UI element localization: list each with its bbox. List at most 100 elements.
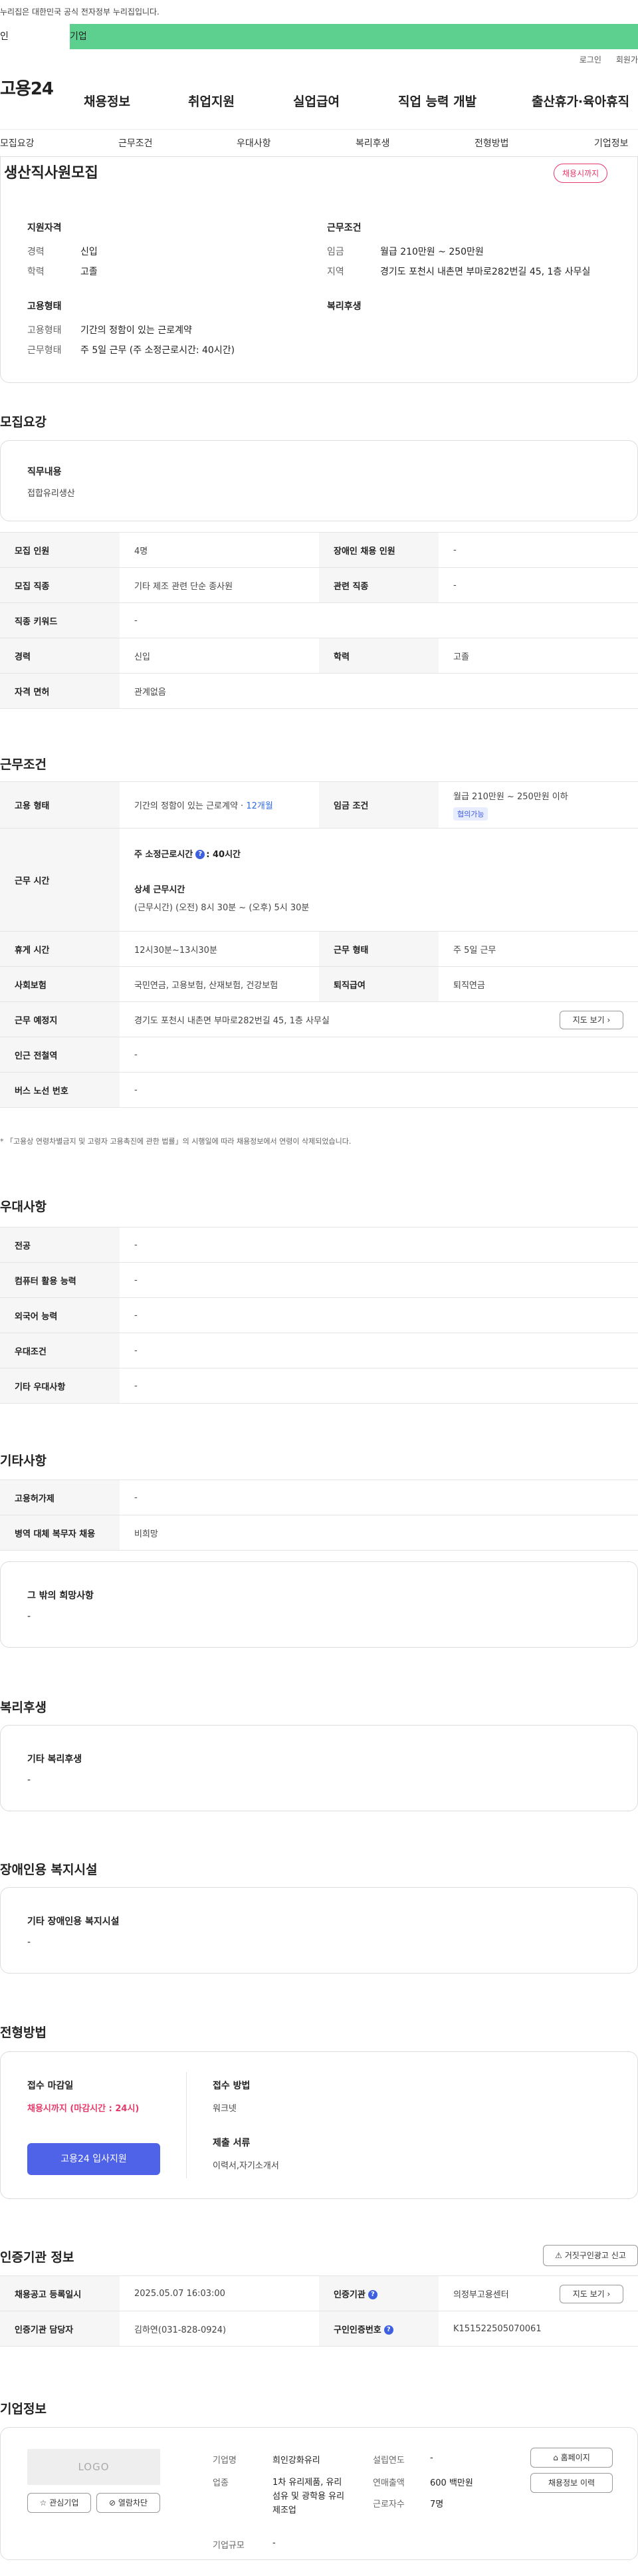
table-cell: 기타 제조 관련 단순 종사원 xyxy=(120,567,319,603)
table-header-cell: 자격 면허 xyxy=(0,673,120,709)
table-row: 인증기관 담당자 김하연(031-828-0924) 구인인증번호? K1515… xyxy=(0,2311,638,2347)
block-label: 열람차단 xyxy=(118,2498,148,2508)
disabled-card: 기타 장애인용 복지시설 - xyxy=(0,1887,638,1974)
agency-section-title: 인증기관 정보 xyxy=(0,2250,74,2265)
gov-banner-text: 누리집은 대한민국 공식 전자정부 누리집입니다. xyxy=(0,7,160,17)
subnav-recruit[interactable]: 모집요강 xyxy=(0,136,35,150)
gnb-item-unemployment[interactable]: 실업급여 xyxy=(293,92,340,110)
table-cell: 2025.05.07 16:03:00 xyxy=(120,2275,319,2311)
table-row: 우대조건 - xyxy=(0,1333,638,1368)
work-location: 경기도 포천시 내촌면 부마로282번길 45, 1층 사무실 xyxy=(134,1015,330,1026)
org-value: 의정부고용센터 xyxy=(453,2289,509,2300)
favorite-company-button[interactable]: ☆ 관심기업 xyxy=(27,2493,91,2513)
report-false-ad-button[interactable]: ⚠ 거짓구인광고 신고 xyxy=(543,2245,638,2266)
home-icon: ⌂ xyxy=(553,2453,558,2462)
info-icon[interactable]: ? xyxy=(195,850,205,859)
table-cell: 김하연(031-828-0924) xyxy=(120,2311,319,2347)
table-header-cell: 퇴직급여 xyxy=(319,966,439,1002)
table-row: 채용공고 등록일시 2025.05.07 16:03:00 인증기관? 의정부고… xyxy=(0,2275,638,2311)
etc-section-title: 기타사항 xyxy=(0,1454,47,1468)
table-header-cell: 외국어 능력 xyxy=(0,1297,120,1333)
user-type-tabs: 인 기업 xyxy=(0,24,638,49)
global-nav: 고용24 채용정보 취업지원 실업급여 직업 능력 개발 출산휴가·육아휴직 xyxy=(0,69,638,109)
table-header-cell: 사회보험 xyxy=(0,966,120,1002)
deadline-value: 채용시까지 (마감시간 : 24시) xyxy=(27,2104,140,2114)
education-value: 고졸 xyxy=(80,267,98,277)
table-header-cell: 기타 우대사항 xyxy=(0,1368,120,1404)
table-header-cell: 구인인증번호? xyxy=(319,2311,439,2347)
table-cell: K151522505070061 xyxy=(439,2311,638,2347)
site-logo[interactable]: 고용24 xyxy=(0,75,85,100)
job-history-button[interactable]: 채용정보 이력 xyxy=(530,2473,613,2493)
table-header-cell: 고용허가제 xyxy=(0,1480,120,1515)
gnb-item-jobs[interactable]: 채용정보 xyxy=(84,92,130,110)
table-header-cell: 컴퓨터 활용 능력 xyxy=(0,1262,120,1298)
utility-links: 로그인 회원가 xyxy=(0,49,638,69)
education-label: 학력 xyxy=(27,267,45,277)
table-row: 직종 키워드 - xyxy=(0,602,638,638)
welfare-other-heading: 기타 복리후생 xyxy=(27,1754,82,1765)
chevron-right-icon: › xyxy=(607,2289,611,2299)
pref-section-title: 우대사항 xyxy=(0,1200,47,1214)
welfare-heading: 복리후생 xyxy=(327,301,362,312)
map-button-label: 지도 보기 xyxy=(572,1015,605,1025)
table-header-cell: 우대조건 xyxy=(0,1333,120,1368)
table-header-cell: 직종 키워드 xyxy=(0,602,120,638)
table-cell: - xyxy=(120,1480,638,1515)
agency-map-button[interactable]: 지도 보기 › xyxy=(560,2285,623,2303)
duty-heading: 직무내용 xyxy=(27,467,62,477)
table-header-cell: 인증기관 담당자 xyxy=(0,2311,120,2347)
apply-button[interactable]: 고용24 입사지원 xyxy=(27,2143,160,2175)
wage-label: 임금 xyxy=(327,247,344,257)
detail-hours-value: (근무시간) (오전) 8시 30분 ~ (오후) 5시 30분 xyxy=(134,902,310,913)
founded-label: 설립연도 xyxy=(373,2456,405,2466)
cert-number-label: 구인인증번호 xyxy=(334,2325,381,2335)
employment-type-label: 고용형태 xyxy=(27,325,62,336)
table-cell: 월급 210만원 ~ 250만원 이하 협의가능 xyxy=(439,781,638,829)
homepage-button[interactable]: ⌂ 홈페이지 xyxy=(530,2448,613,2468)
section-subnav: 모집요강 근무조건 우대사항 복리후생 전형방법 기업정보 xyxy=(0,129,638,157)
gnb-item-training[interactable]: 직업 능력 개발 xyxy=(398,92,477,110)
table-cell: - xyxy=(120,1333,638,1368)
login-link[interactable]: 로그인 xyxy=(580,54,601,65)
work-table: 고용 형태 기간의 정함이 있는 근로계약 · 12개월 임금 조건 월급 21… xyxy=(0,781,638,1108)
table-row: 근무 예정지 경기도 포천시 내촌면 부마로282번길 45, 1층 사무실 지… xyxy=(0,1001,638,1037)
table-cell: - xyxy=(439,532,638,568)
other-wishes-value: - xyxy=(27,1611,31,1622)
subnav-company[interactable]: 기업정보 xyxy=(594,136,629,150)
table-cell: - xyxy=(120,1297,638,1333)
employees-value: 7명 xyxy=(430,2500,444,2510)
deadline-badge: 채용시까지 xyxy=(554,164,608,183)
wage-value: 월급 210만원 ~ 250만원 xyxy=(380,247,484,257)
table-row: 고용허가제 - xyxy=(0,1480,638,1515)
info-icon[interactable]: ? xyxy=(383,2325,393,2335)
subnav-preference[interactable]: 우대사항 xyxy=(237,136,271,150)
work-section-title: 근무조건 xyxy=(0,757,47,772)
duty-value: 접합유리생산 xyxy=(27,489,75,499)
tab-personal[interactable]: 인 xyxy=(0,24,70,49)
agency-map-label: 지도 보기 xyxy=(572,2289,605,2299)
star-icon: ☆ xyxy=(39,2498,47,2508)
subnav-welfare[interactable]: 복리후생 xyxy=(356,136,390,150)
table-row: 휴게 시간 12시30분~13시30분 근무 형태 주 5일 근무 xyxy=(0,931,638,967)
homepage-label: 홈페이지 xyxy=(560,2453,590,2462)
block-view-button[interactable]: ⊘ 열람차단 xyxy=(96,2493,160,2513)
table-row: 병역 대체 복무자 채용 비희망 xyxy=(0,1515,638,1551)
favorite-label: 관심기업 xyxy=(49,2498,79,2508)
subnav-process[interactable]: 전형방법 xyxy=(475,136,509,150)
tab-company[interactable]: 기업 xyxy=(70,24,150,49)
method-value: 워크넷 xyxy=(213,2104,237,2114)
gnb-item-leave[interactable]: 출산휴가·육아휴직 xyxy=(532,92,629,110)
industry-value: 1차 유리제품, 유리섬유 및 광학용 유리 제조업 xyxy=(272,2478,345,2515)
info-icon[interactable]: ? xyxy=(368,2290,377,2299)
disabled-other-value: - xyxy=(27,1937,31,1948)
subnav-conditions[interactable]: 근무조건 xyxy=(118,136,153,150)
signup-link[interactable]: 회원가 xyxy=(616,54,638,65)
table-header-cell: 고용 형태 xyxy=(0,781,120,829)
employees-label: 근로자수 xyxy=(373,2500,405,2510)
table-header-cell: 근무 예정지 xyxy=(0,1001,120,1037)
table-header-cell: 모집 인원 xyxy=(0,532,120,568)
gnb-item-employment-support[interactable]: 취업지원 xyxy=(188,92,235,110)
map-button[interactable]: 지도 보기 › xyxy=(560,1011,623,1029)
table-header-cell: 전공 xyxy=(0,1227,120,1263)
